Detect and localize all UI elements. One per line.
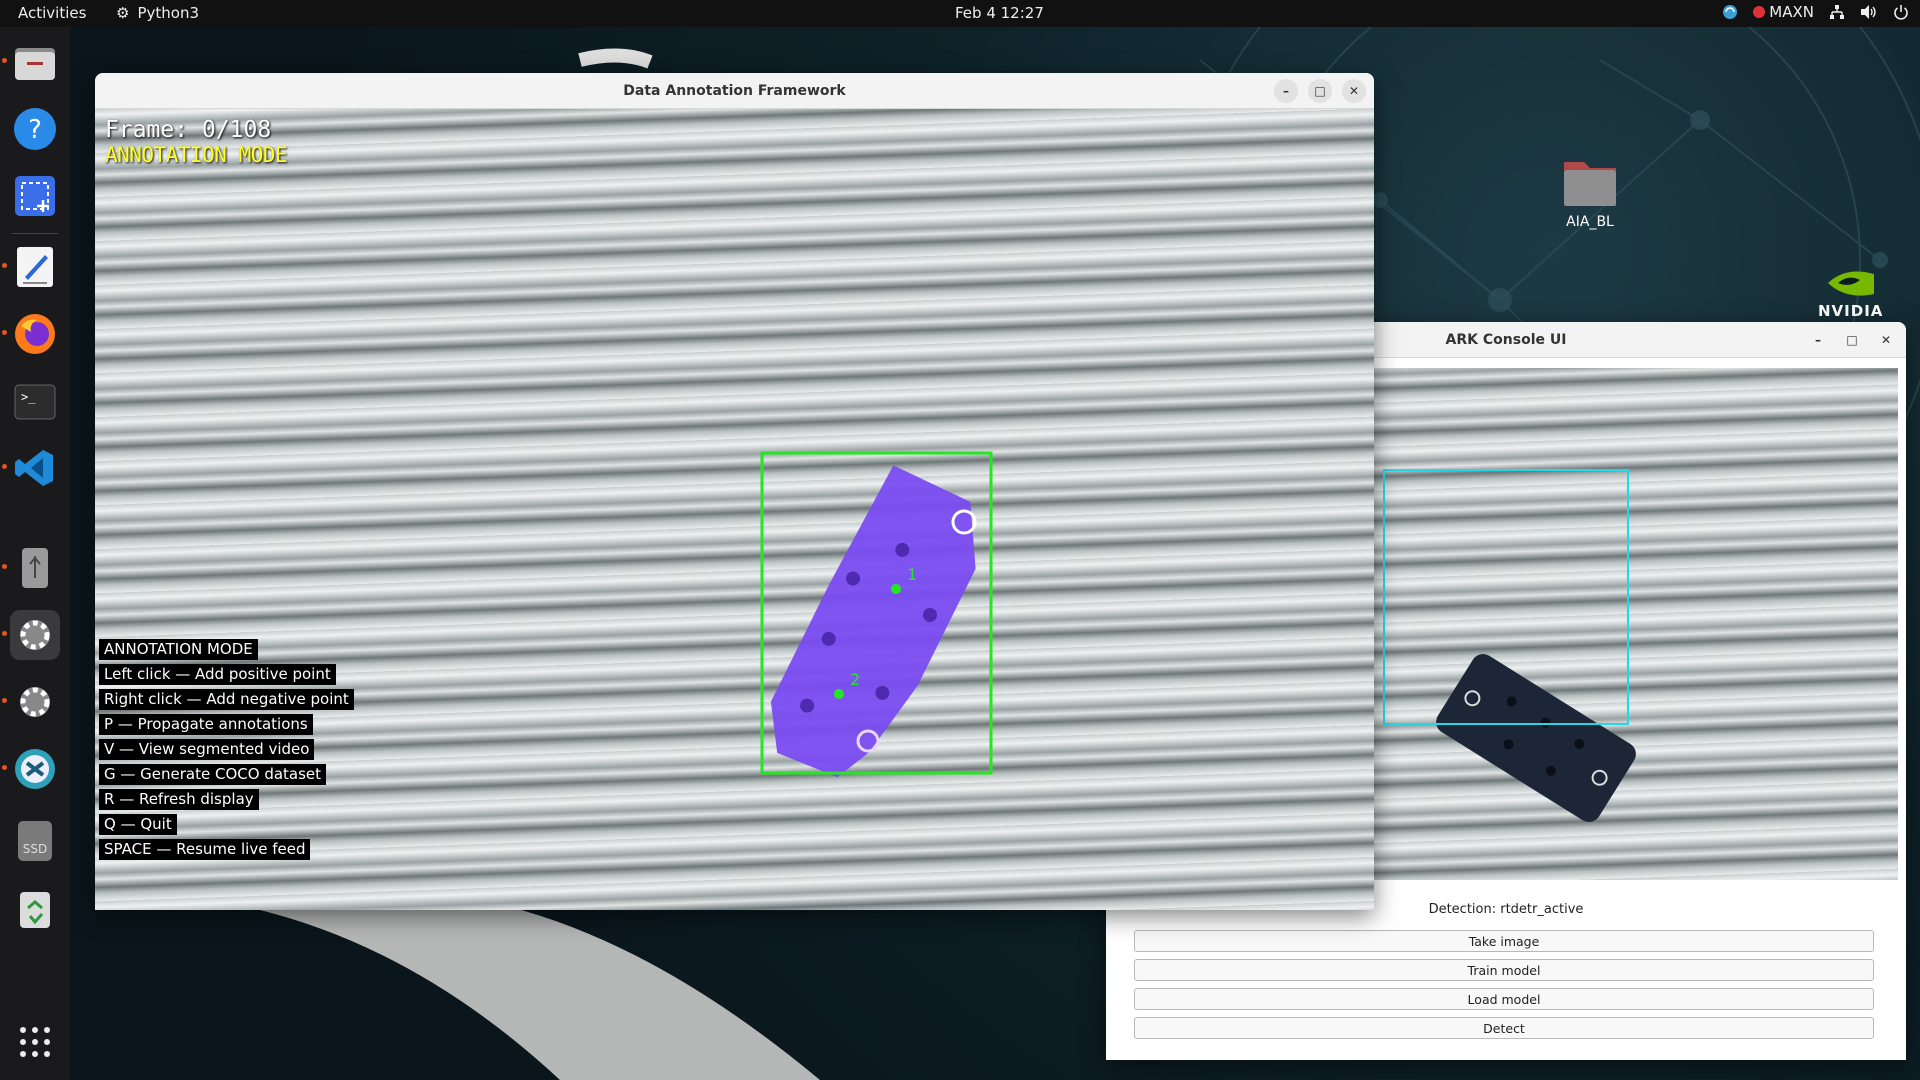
desktop-folder-label: AIA_BL [1566,214,1614,230]
app-name: Python3 [137,4,199,22]
dock-separator [12,233,58,234]
show-apps-icon [20,1027,50,1057]
volume-icon[interactable] [1860,3,1878,21]
show-apps-button[interactable] [10,1017,60,1067]
detected-part [1436,654,1636,822]
point-label-2: 2 [850,670,860,689]
dock-settings-2[interactable] [2,677,60,727]
nvidia-eye-icon [1827,271,1874,296]
dock-files[interactable] [2,37,60,87]
mode-indicator: ANNOTATION MODE [105,143,288,167]
close-icon: ✕ [1348,84,1360,98]
close-button[interactable]: ✕ [1874,328,1898,352]
running-indicator [2,58,7,63]
running-indicator [2,564,7,569]
app-menu[interactable]: ⚙ Python3 [116,4,199,22]
power-mode-label: MAXN [1769,3,1814,21]
power-mode-indicator[interactable]: MAXN [1753,3,1814,21]
dock-ssd-drive[interactable]: SSD [10,816,60,866]
maximize-button[interactable]: □ [1308,79,1332,103]
app-menu-icon: ⚙ [116,4,130,22]
maximize-icon: □ [1846,333,1858,347]
ark-window-title: ARK Console UI [1445,331,1567,348]
dock-trash[interactable] [10,883,60,933]
terminal-icon: >_ [14,384,56,420]
minimize-button[interactable]: – [1806,328,1830,352]
minimize-icon: – [1815,333,1821,347]
folder-icon [1564,162,1616,206]
dock: ? >_ SSD [0,27,70,1080]
running-indicator [2,631,7,636]
positive-point-1[interactable] [891,584,901,594]
help-line: R — Refresh display [99,789,259,810]
activities-button[interactable]: Activities [18,4,86,22]
dock-text-editor[interactable] [2,242,60,292]
vscode-icon [15,450,53,486]
sync-status-icon[interactable] [1721,3,1739,21]
top-bar: Activities ⚙ Python3 Feb 4 12:27 MAXN [0,0,1920,27]
running-indicator [2,765,7,770]
maximize-button[interactable]: □ [1840,328,1864,352]
help-line: P — Propagate annotations [99,714,313,735]
help-line: V — View segmented video [99,739,315,760]
help-line: Left click — Add positive point [99,664,336,685]
dock-settings[interactable] [2,610,60,660]
svg-text:>_: >_ [21,390,36,404]
help-line: ANNOTATION MODE [99,639,258,660]
network-icon[interactable] [1828,3,1846,21]
positive-point-2[interactable] [834,689,844,699]
clock[interactable]: Feb 4 12:27 [955,4,1044,22]
dock-vscode[interactable] [2,443,60,493]
trash-icon [20,892,50,928]
dock-help[interactable]: ? [10,104,60,154]
frame-counter: Frame: 0/108 [105,117,272,143]
close-button[interactable]: ✕ [1342,79,1366,103]
nvidia-brand: NVIDIA [1818,302,1884,320]
minimize-button[interactable]: – [1274,79,1298,103]
dock-firefox[interactable] [2,309,60,359]
detect-button[interactable]: Detect [1134,1017,1874,1039]
help-line: Right click — Add negative point [99,689,354,710]
take-image-button[interactable]: Take image [1134,930,1874,952]
firefox-icon [15,314,55,354]
settings-icon [20,620,50,650]
annotation-window-title: Data Annotation Framework [623,82,846,99]
svg-text:SSD: SSD [23,842,47,856]
help-line: Q — Quit [99,814,177,835]
running-indicator [2,330,7,335]
dock-sync-app[interactable] [2,744,60,794]
help-line: G — Generate COCO dataset [99,764,327,785]
text-editor-icon [17,247,53,287]
nvidia-logo: NVIDIA [1818,268,1883,320]
files-icon [15,48,55,80]
ssd-drive-icon: SSD [18,821,52,861]
usb-drive-icon [22,548,48,588]
dock-usb-drive[interactable] [2,543,60,593]
help-line: SPACE — Resume live feed [99,839,311,860]
running-indicator [2,464,7,469]
train-model-button[interactable]: Train model [1134,959,1874,981]
point-label-1: 1 [907,565,917,584]
svg-text:?: ? [28,115,42,145]
keyboard-help: ANNOTATION MODE Left click — Add positiv… [99,639,354,864]
close-icon: ✕ [1880,333,1892,347]
minimize-icon: – [1283,84,1289,98]
power-icon[interactable] [1892,3,1910,21]
annotation-titlebar[interactable]: Data Annotation Framework – □ ✕ [95,73,1374,109]
dock-screenshot[interactable] [10,171,60,221]
load-model-button[interactable]: Load model [1134,988,1874,1010]
running-indicator [2,698,7,703]
annotation-window: Data Annotation Framework – □ ✕ 1 2 Fram… [95,73,1374,910]
annotation-canvas[interactable]: 1 2 Frame: 0/108 ANNOTATION MODE ANNOTAT… [95,109,1374,910]
desktop-folder-aia-bl[interactable]: AIA_BL [1550,156,1630,230]
sync-app-icon [15,749,55,789]
help-icon: ? [14,108,56,150]
running-indicator [2,263,7,268]
settings-icon-2 [20,687,50,717]
screenshot-icon [15,176,55,216]
system-tray: MAXN [1721,3,1910,21]
power-mode-alert-icon [1753,6,1766,18]
dock-terminal[interactable]: >_ [10,376,60,426]
maximize-icon: □ [1314,84,1326,98]
